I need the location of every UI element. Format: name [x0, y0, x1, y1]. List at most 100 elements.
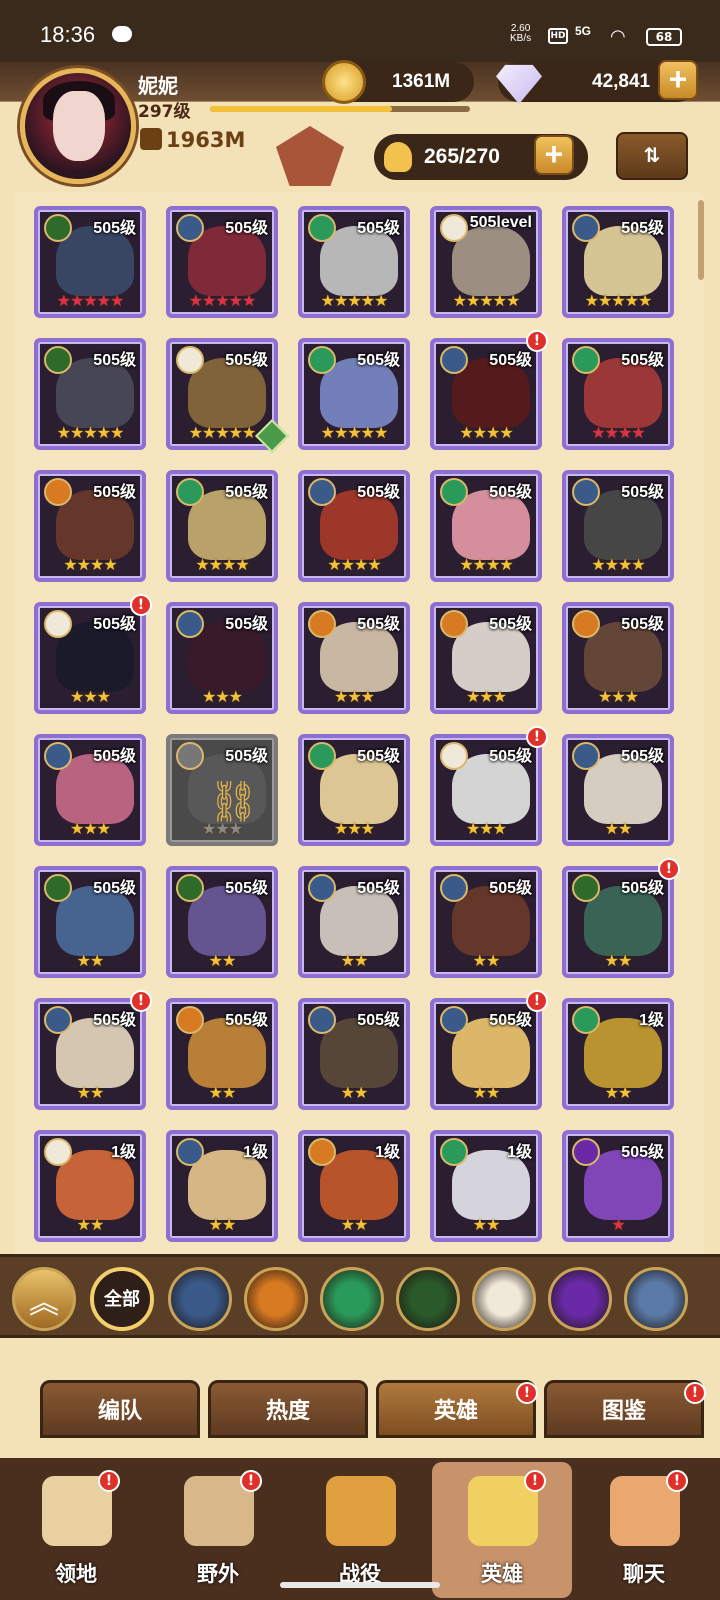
- filter-all-button[interactable]: 全部: [90, 1267, 154, 1331]
- hero-card[interactable]: 505级 ★★★: [430, 602, 542, 714]
- hero-card[interactable]: 505级 ★★★: [298, 602, 410, 714]
- hero-card[interactable]: 505级 ★★★★★: [562, 206, 674, 318]
- hero-level: 505级: [225, 1012, 268, 1029]
- filter-graveborn-icon[interactable]: [244, 1267, 308, 1331]
- add-diamonds-button[interactable]: +: [658, 60, 698, 100]
- hero-card[interactable]: 505级 ★★★: [430, 734, 542, 846]
- hero-card[interactable]: 505级 ★★: [562, 866, 674, 978]
- hero-card[interactable]: 505级 ★★★★: [298, 470, 410, 582]
- alert-badge-icon: !: [240, 1470, 262, 1492]
- hero-card[interactable]: 505级 ★★: [562, 734, 674, 846]
- lightbearer-faction-icon: [44, 742, 72, 770]
- forest-faction-icon: [44, 214, 72, 242]
- hero-card[interactable]: 505级 ★★★★: [166, 470, 278, 582]
- player-avatar[interactable]: [20, 68, 136, 184]
- filter-lightbearer-icon[interactable]: [168, 1267, 232, 1331]
- hero-stars: ★★★: [465, 819, 507, 838]
- hero-card[interactable]: 505级 ★★★: [34, 602, 146, 714]
- hero-card[interactable]: 505级 ★★★: [298, 734, 410, 846]
- hero-card[interactable]: 1级 ★★: [166, 1130, 278, 1242]
- hero-level: 505级: [357, 220, 400, 237]
- hero-level: 505级: [225, 220, 268, 237]
- hero-card[interactable]: 505级 ★★★★★: [298, 338, 410, 450]
- hero-card[interactable]: 505级 ★★★★★: [34, 338, 146, 450]
- hero-stars: ★★: [76, 951, 105, 970]
- nav-item-0[interactable]: 领地!: [6, 1462, 146, 1598]
- hero-level: 505级: [93, 1012, 136, 1029]
- hero-card[interactable]: 505level ★★★★★: [430, 206, 542, 318]
- filter-celestial-icon[interactable]: [472, 1267, 536, 1331]
- nav-label: 聊天: [623, 1562, 665, 1586]
- tab-2[interactable]: 英雄: [376, 1380, 536, 1438]
- combat-power-value: 1963M: [166, 128, 246, 152]
- hero-card[interactable]: 505级 ★★★★: [34, 470, 146, 582]
- hero-card[interactable]: 505级 ★★: [430, 866, 542, 978]
- celestial-faction-icon: [176, 346, 204, 374]
- hero-card[interactable]: 505级 ★★: [166, 998, 278, 1110]
- graveborn-faction-icon: [440, 610, 468, 638]
- battery-icon: 68: [646, 28, 682, 46]
- hero-card[interactable]: 505级 ★★★: [34, 734, 146, 846]
- hero-card[interactable]: 1级 ★★: [562, 998, 674, 1110]
- hero-stars: ★★: [472, 1083, 501, 1102]
- wilder-faction-icon: [308, 742, 336, 770]
- hero-card[interactable]: 505级 ★★★★: [562, 338, 674, 450]
- alert-badge-icon: !: [658, 858, 680, 880]
- wifi-icon: ◠: [610, 26, 626, 47]
- hero-stars: ★★★★★: [56, 423, 125, 442]
- hero-card[interactable]: 505级 ★★: [34, 998, 146, 1110]
- alert-badge-icon: !: [130, 594, 152, 616]
- filter-hypogean-icon[interactable]: [548, 1267, 612, 1331]
- hero-level: 505级: [621, 484, 664, 501]
- net-speed-unit: KB/s: [510, 33, 532, 44]
- hero-card[interactable]: 505级 ★★: [430, 998, 542, 1110]
- nav-item-1[interactable]: 野外!: [148, 1462, 288, 1598]
- filter-forest-icon[interactable]: [396, 1267, 460, 1331]
- hero-card[interactable]: 505级 ★★★★: [430, 338, 542, 450]
- hero-card[interactable]: 505级 ★★: [298, 866, 410, 978]
- hero-stars: ★★★: [69, 687, 111, 706]
- hero-card[interactable]: 505级 ★★★: [166, 602, 278, 714]
- hero-card[interactable]: 505级 ★★★★: [430, 470, 542, 582]
- nav-item-4[interactable]: 聊天!: [574, 1462, 714, 1598]
- hero-card[interactable]: 505级 ★★★: [562, 602, 674, 714]
- sort-button[interactable]: ⇅: [616, 132, 688, 180]
- graveborn-faction-icon: [572, 610, 600, 638]
- hero-card[interactable]: 505级 ★★: [166, 866, 278, 978]
- hero-stars: ★★★★: [63, 555, 117, 574]
- filter-dimensional-icon[interactable]: [624, 1267, 688, 1331]
- hero-card[interactable]: 505级 ★★★★★: [298, 206, 410, 318]
- hero-card[interactable]: ⛓ 505级 ★★★: [166, 734, 278, 846]
- hero-stars: ★★★★: [195, 555, 249, 574]
- filter-wilder-icon[interactable]: [320, 1267, 384, 1331]
- hero-level: 505级: [93, 352, 136, 369]
- alert-badge-icon: !: [526, 990, 548, 1012]
- tab-1[interactable]: 热度: [208, 1380, 368, 1438]
- hero-card[interactable]: 505级 ★★: [34, 866, 146, 978]
- hero-card[interactable]: 505级 ★★★★★: [34, 206, 146, 318]
- exp-bar: [210, 106, 470, 112]
- tab-0[interactable]: 编队: [40, 1380, 200, 1438]
- tab-3[interactable]: 图鉴: [544, 1380, 704, 1438]
- hero-level: 505级: [621, 220, 664, 237]
- hero-card[interactable]: 1级 ★★: [34, 1130, 146, 1242]
- hero-level: 505级: [357, 352, 400, 369]
- hero-card[interactable]: 505级 ★★★★: [562, 470, 674, 582]
- alert-badge-icon: !: [526, 726, 548, 748]
- hero-stars: ★★: [472, 1215, 501, 1234]
- lightbearer-faction-icon: [572, 742, 600, 770]
- hero-card[interactable]: 505级 ★★★★★: [166, 206, 278, 318]
- lightbearer-faction-icon: [44, 1006, 72, 1034]
- hero-card[interactable]: 505级 ★★: [298, 998, 410, 1110]
- nav-item-3[interactable]: 英雄!: [432, 1462, 572, 1598]
- nav-item-2[interactable]: 战役: [290, 1462, 430, 1598]
- grid-scrollbar[interactable]: [698, 200, 704, 280]
- expand-capacity-button[interactable]: +: [534, 135, 574, 175]
- wilder-faction-icon: [572, 1006, 600, 1034]
- lightbearer-faction-icon: [176, 1138, 204, 1166]
- hero-card[interactable]: 1级 ★★: [430, 1130, 542, 1242]
- collapse-filter-button[interactable]: [12, 1267, 76, 1331]
- hero-card[interactable]: 1级 ★★: [298, 1130, 410, 1242]
- hero-card[interactable]: 505级 ★: [562, 1130, 674, 1242]
- avatar-face: [53, 91, 105, 161]
